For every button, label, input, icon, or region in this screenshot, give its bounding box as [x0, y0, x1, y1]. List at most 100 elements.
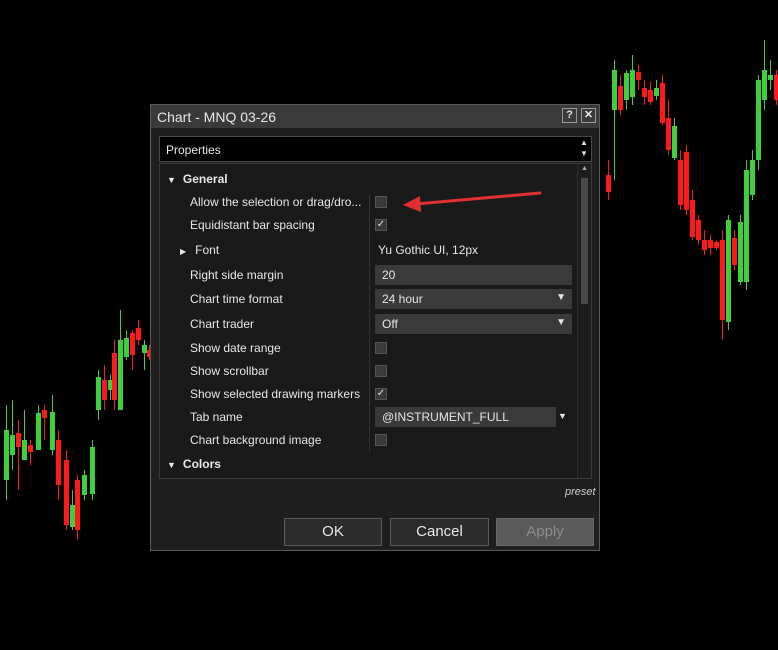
expand-down-icon[interactable]: ▼ [167, 175, 176, 185]
row-font[interactable]: ▶ Font Yu Gothic UI, 12px [160, 239, 578, 261]
expand-down-icon[interactable]: ▼ [167, 460, 176, 470]
chart-trader-value: Off [382, 317, 398, 331]
row-date-range: Show date range [160, 337, 578, 359]
drawing-markers-label: Show selected drawing markers [190, 387, 361, 401]
candle-body [684, 152, 689, 210]
candle-body [696, 220, 701, 240]
row-equidistant: Equidistant bar spacing ✓ [160, 214, 578, 236]
candle-body [636, 72, 641, 80]
time-format-value: 24 hour [382, 292, 423, 306]
candle-body [612, 70, 617, 110]
scrollbar-thumb[interactable] [581, 178, 588, 304]
candle-body [768, 75, 773, 80]
chevron-down-icon: ▼ [556, 317, 566, 328]
chevron-down-icon: ▼ [556, 292, 566, 303]
candle-body [16, 433, 21, 447]
candle-body [36, 413, 41, 450]
tab-name-input[interactable]: @INSTRUMENT_FULL [375, 407, 556, 427]
tab-name-label: Tab name [190, 410, 243, 424]
candle-body [708, 240, 713, 248]
candle-body [130, 333, 135, 355]
preset-link[interactable]: preset [565, 486, 596, 498]
candle-body [738, 222, 743, 282]
caret-down-icon[interactable]: ▼ [558, 411, 567, 421]
candle-body [726, 220, 731, 322]
date-range-checkbox[interactable] [375, 342, 387, 354]
candle-body [630, 70, 635, 97]
candle-body [124, 338, 129, 357]
bg-image-checkbox[interactable] [375, 434, 387, 446]
candle-body [660, 83, 665, 123]
candle-body [102, 380, 107, 400]
ok-button[interactable]: OK [284, 518, 382, 546]
equidistant-checkbox[interactable]: ✓ [375, 219, 387, 231]
candle-body [774, 75, 778, 100]
time-format-select[interactable]: 24 hour ▼ [375, 289, 572, 309]
category-general-label: General [182, 172, 228, 186]
candle-body [142, 345, 147, 353]
candle-body [642, 88, 647, 97]
help-button[interactable]: ? [562, 108, 577, 123]
candle-body [22, 440, 27, 460]
expand-right-icon[interactable]: ▶ [180, 247, 186, 256]
candle-body [762, 70, 767, 100]
candle-body [720, 240, 725, 320]
bg-image-label: Chart background image [190, 433, 322, 447]
allow-selection-checkbox[interactable] [375, 196, 387, 208]
row-tab-name: Tab name @INSTRUMENT_FULL ▼ [160, 406, 578, 428]
candle-body [90, 447, 95, 494]
candle-body [50, 412, 55, 450]
row-time-format: Chart time format 24 hour ▼ [160, 288, 578, 310]
dialog-title: Chart - MNQ 03-26 [157, 109, 277, 125]
category-general[interactable]: ▼ General [160, 167, 578, 189]
candle-body [606, 175, 611, 192]
chart-properties-dialog: Chart - MNQ 03-26 ? ✕ Properties ▲ ▼ ▼ Gen… [150, 104, 600, 551]
candle-body [666, 118, 671, 150]
property-grid-scrollbar[interactable]: ▲ [577, 164, 591, 478]
candle-body [96, 377, 101, 410]
property-grid: ▼ General Allow the selection or drag/dro… [159, 163, 592, 479]
right-margin-label: Right side margin [190, 268, 284, 282]
scrollbar-label: Show scrollbar [190, 364, 269, 378]
time-format-label: Chart time format [190, 292, 283, 306]
candle-body [690, 200, 695, 237]
candle-body [42, 410, 47, 418]
equidistant-label: Equidistant bar spacing [190, 218, 315, 232]
category-colors[interactable]: ▼ Colors [160, 452, 578, 474]
candle-body [82, 475, 87, 495]
candle-body [28, 445, 33, 452]
properties-header: Properties ▲ ▼ [159, 136, 592, 162]
candle-body [714, 242, 719, 248]
candle-body [744, 170, 749, 282]
candle-body [64, 460, 69, 525]
candle-body [732, 238, 737, 265]
dialog-titlebar[interactable]: Chart - MNQ 03-26 ? ✕ [151, 105, 599, 128]
candle-body [678, 160, 683, 205]
scroll-up-icon[interactable]: ▲ [581, 165, 588, 172]
candle-body [10, 435, 15, 455]
candle-body [75, 480, 80, 530]
allow-selection-label: Allow the selection or drag/dro... [190, 195, 362, 209]
properties-header-scroll[interactable]: ▲ ▼ [577, 137, 591, 161]
cancel-button[interactable]: Cancel [390, 518, 489, 546]
font-label: Font [195, 243, 220, 257]
drawing-markers-checkbox[interactable]: ✓ [375, 388, 387, 400]
candle-body [648, 90, 653, 102]
chart-trader-select[interactable]: Off ▼ [375, 314, 572, 334]
apply-button[interactable]: Apply [496, 518, 594, 546]
candle-body [136, 328, 141, 340]
row-bg-image: Chart background image [160, 429, 578, 451]
right-margin-input[interactable]: 20 [375, 265, 572, 285]
scrollbar-checkbox[interactable] [375, 365, 387, 377]
candle-body [56, 440, 61, 485]
date-range-label: Show date range [190, 341, 281, 355]
row-drawing-markers: Show selected drawing markers ✓ [160, 383, 578, 405]
candle-body [4, 430, 9, 480]
close-button[interactable]: ✕ [581, 108, 596, 123]
candle-body [618, 86, 623, 110]
chart-trader-label: Chart trader [190, 317, 255, 331]
candle-body [756, 80, 761, 160]
category-colors-label: Colors [182, 457, 221, 471]
row-right-margin: Right side margin 20 [160, 264, 578, 286]
font-value[interactable]: Yu Gothic UI, 12px [378, 243, 478, 257]
